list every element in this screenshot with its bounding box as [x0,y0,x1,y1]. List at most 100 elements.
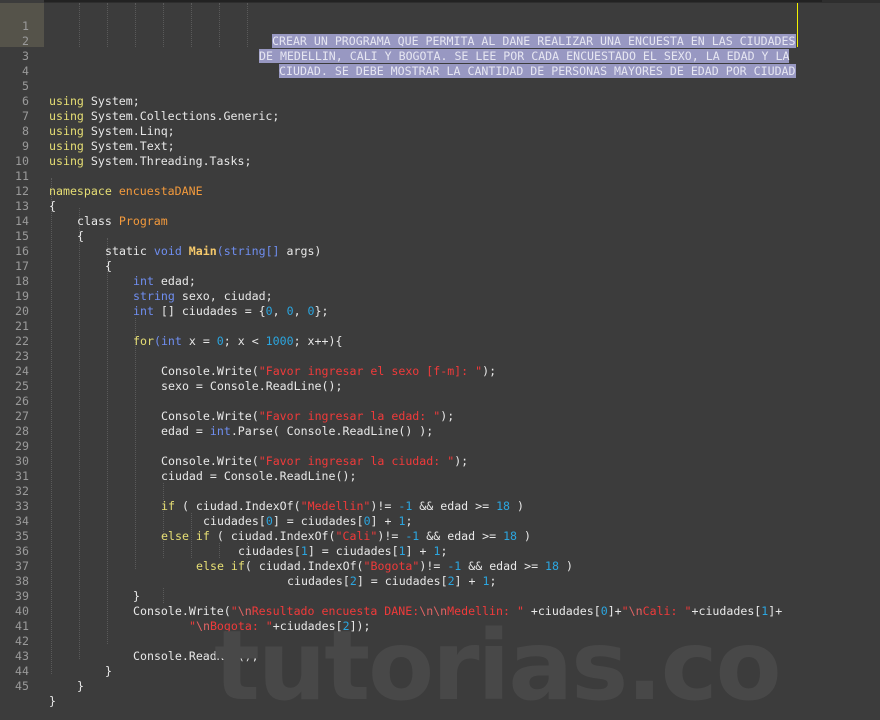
code-line[interactable]: 26 Console.Write("Favor ingresar la edad… [0,379,454,423]
code-line[interactable]: 24 sexo = Console.ReadLine(); [0,349,342,393]
code-line[interactable]: 13 class Program [0,184,168,228]
code-line[interactable]: 41 [0,604,29,633]
selected-text[interactable]: DE MEDELLIN, CALI Y BOGOTA. SE LEE POR C… [259,49,790,63]
code-line[interactable]: 29 Console.Write("Favor ingresar la ciud… [0,424,468,468]
code-line[interactable]: 5 using System; [0,64,140,108]
code-editor[interactable]: 1 CREAR UN PROGRAMA QUE PERMITA AL DANE … [0,0,880,720]
code-line[interactable]: 8 using System.Text; [0,109,175,153]
selected-text[interactable]: CREAR UN PROGRAMA QUE PERMITA AL DANE RE… [272,34,796,48]
code-line[interactable]: 21 for(int x = 0; x < 1000; x++){ [0,304,342,348]
code-line[interactable]: 27 edad = int.Parse( Console.ReadLine() … [0,394,433,438]
string-literal: Resultado encuesta DANE: [251,604,420,618]
keyword: if [195,529,210,543]
code-line[interactable]: 10 [0,139,29,168]
code-line[interactable]: 37 ciudades[2] = ciudades[2] + 1; [0,544,496,588]
escape-sequence: \n [195,619,210,633]
type-keyword: int [133,304,154,318]
method-call: Console.Write( [161,409,259,423]
string-literal: Medellin: " [447,604,524,618]
number-literal: 0 [265,514,273,528]
keyword: if [230,559,245,573]
code-line[interactable]: 40 "\nBogota: "+ciudades[2]); [0,589,371,633]
statement: Console.Write("Favor ingresar la ciudad:… [161,454,469,468]
indent-guide [219,3,220,47]
method-call: Console.Write( [133,604,231,618]
indent-guide [163,3,164,47]
code-line[interactable]: 20 [0,289,29,318]
indent-guide [107,3,108,47]
type-keyword: string [133,289,175,303]
statement: ciudades[2] = ciudades[2] + 1; [287,574,497,588]
code-line[interactable]: 16 { [0,229,112,273]
number-literal: 1000 [265,334,294,348]
code-line[interactable]: 33 ciudades[0] = ciudades[0] + 1; [0,484,412,528]
code-line[interactable]: 11 namespace encuestaDANE [0,154,203,198]
code-line[interactable]: 31 [0,454,29,483]
code-line[interactable]: 14 { [0,199,84,243]
code-line[interactable]: 35 ciudades[1] = ciudades[1] + 1; [0,514,447,558]
code-line[interactable]: 32 if ( ciudad.IndexOf("Medellin")!= -1 … [0,469,524,513]
namespace-ref: System.Linq; [90,124,175,138]
using-statement: using System.Collections.Generic; [49,109,279,124]
code-line[interactable]: 45 } [0,664,56,708]
code-line[interactable]: 38 } [0,559,140,603]
tab-edge [42,0,822,2]
number-literal: 0 [600,604,608,618]
code-line[interactable]: 15 static void Main(string[] args) [0,214,321,258]
using-statement: using System.Text; [49,139,175,154]
code-line[interactable]: 17 int edad; [0,244,196,288]
number-literal: -1 [447,559,462,573]
code-line[interactable]: 4 [0,49,29,78]
selected-text[interactable]: CIUDAD. SE DEBE MOSTRAR LA CANTIDAD DE P… [279,64,796,78]
code-line[interactable]: 30 ciudad = Console.ReadLine(); [0,439,356,483]
code-line[interactable]: 23 Console.Write("Favor ingresar el sexo… [0,334,496,378]
code-line[interactable]: 6 using System.Collections.Generic; [0,79,279,123]
namespace-ref: System.Text; [90,139,175,153]
code-line[interactable]: 9 using System.Threading.Tasks; [0,124,251,168]
statement: ciudades[1] = ciudades[1] + 1; [238,544,448,558]
method-name: Main [188,244,217,258]
number-literal: 0 [307,304,315,318]
code-line[interactable]: 1 CREAR UN PROGRAMA QUE PERMITA AL DANE … [0,4,796,48]
code-line[interactable]: 19 int [] ciudades = {0, 0, 0}; [0,274,328,318]
code-line[interactable]: 2 DE MEDELLIN, CALI Y BOGOTA. SE LEE POR… [0,19,790,63]
indent-guide [247,3,248,47]
code-line[interactable]: 25 [0,364,29,393]
code-line[interactable]: 42 Console.ReadKey(); [0,619,259,663]
method-call: Console.Write( [161,454,259,468]
code-line[interactable]: 7 using System.Linq; [0,94,175,138]
code-line[interactable]: 3 CIUDAD. SE DEBE MOSTRAR LA CANTIDAD DE… [0,34,796,78]
code-line[interactable]: 18 string sexo, ciudad; [0,259,273,303]
number-literal: 1 [482,574,490,588]
code-line[interactable]: 34 else if ( ciudad.IndexOf("Cali")!= -1… [0,499,531,543]
brace: { [105,259,112,273]
keyword: for [133,334,154,348]
namespace-declaration: namespace encuestaDANE [49,184,203,199]
comment-text: CIUDAD. SE DEBE MOSTRAR LA CANTIDAD DE P… [279,64,796,79]
variable-declaration: int edad; [133,274,196,288]
statement: sexo = Console.ReadLine(); [161,379,343,393]
code-line[interactable]: 28 [0,409,29,438]
code-line[interactable]: 39 Console.Write("\nResultado encuesta D… [0,574,782,618]
number-literal: 2 [447,574,455,588]
namespace-ref: System; [90,94,140,108]
code-line[interactable]: 44 } [0,649,84,693]
string-literal: " [621,604,629,618]
code-line[interactable]: 12 { [0,169,56,213]
keyword: using [49,94,84,108]
number-literal: 18 [545,559,560,573]
number-literal: 2 [342,619,350,633]
keyword: if [161,499,175,513]
code-line[interactable]: 22 [0,319,29,348]
string-literal: Cali: " [642,604,692,618]
method-declaration: static void Main(string[] args) [105,244,322,258]
code-line[interactable]: 43 } [0,634,112,678]
code-line[interactable]: 36 else if( ciudad.IndexOf("Bogota")!= -… [0,529,573,573]
keyword: class [77,214,112,228]
indent-guide [79,208,80,659]
namespace-ref: System.Threading.Tasks; [90,154,252,168]
string-literal: "Favor ingresar el sexo [f-m]: " [258,364,483,378]
number-literal: 0 [265,304,273,318]
comment-text: DE MEDELLIN, CALI Y BOGOTA. SE LEE POR C… [259,49,790,64]
number-literal: 1 [433,544,441,558]
